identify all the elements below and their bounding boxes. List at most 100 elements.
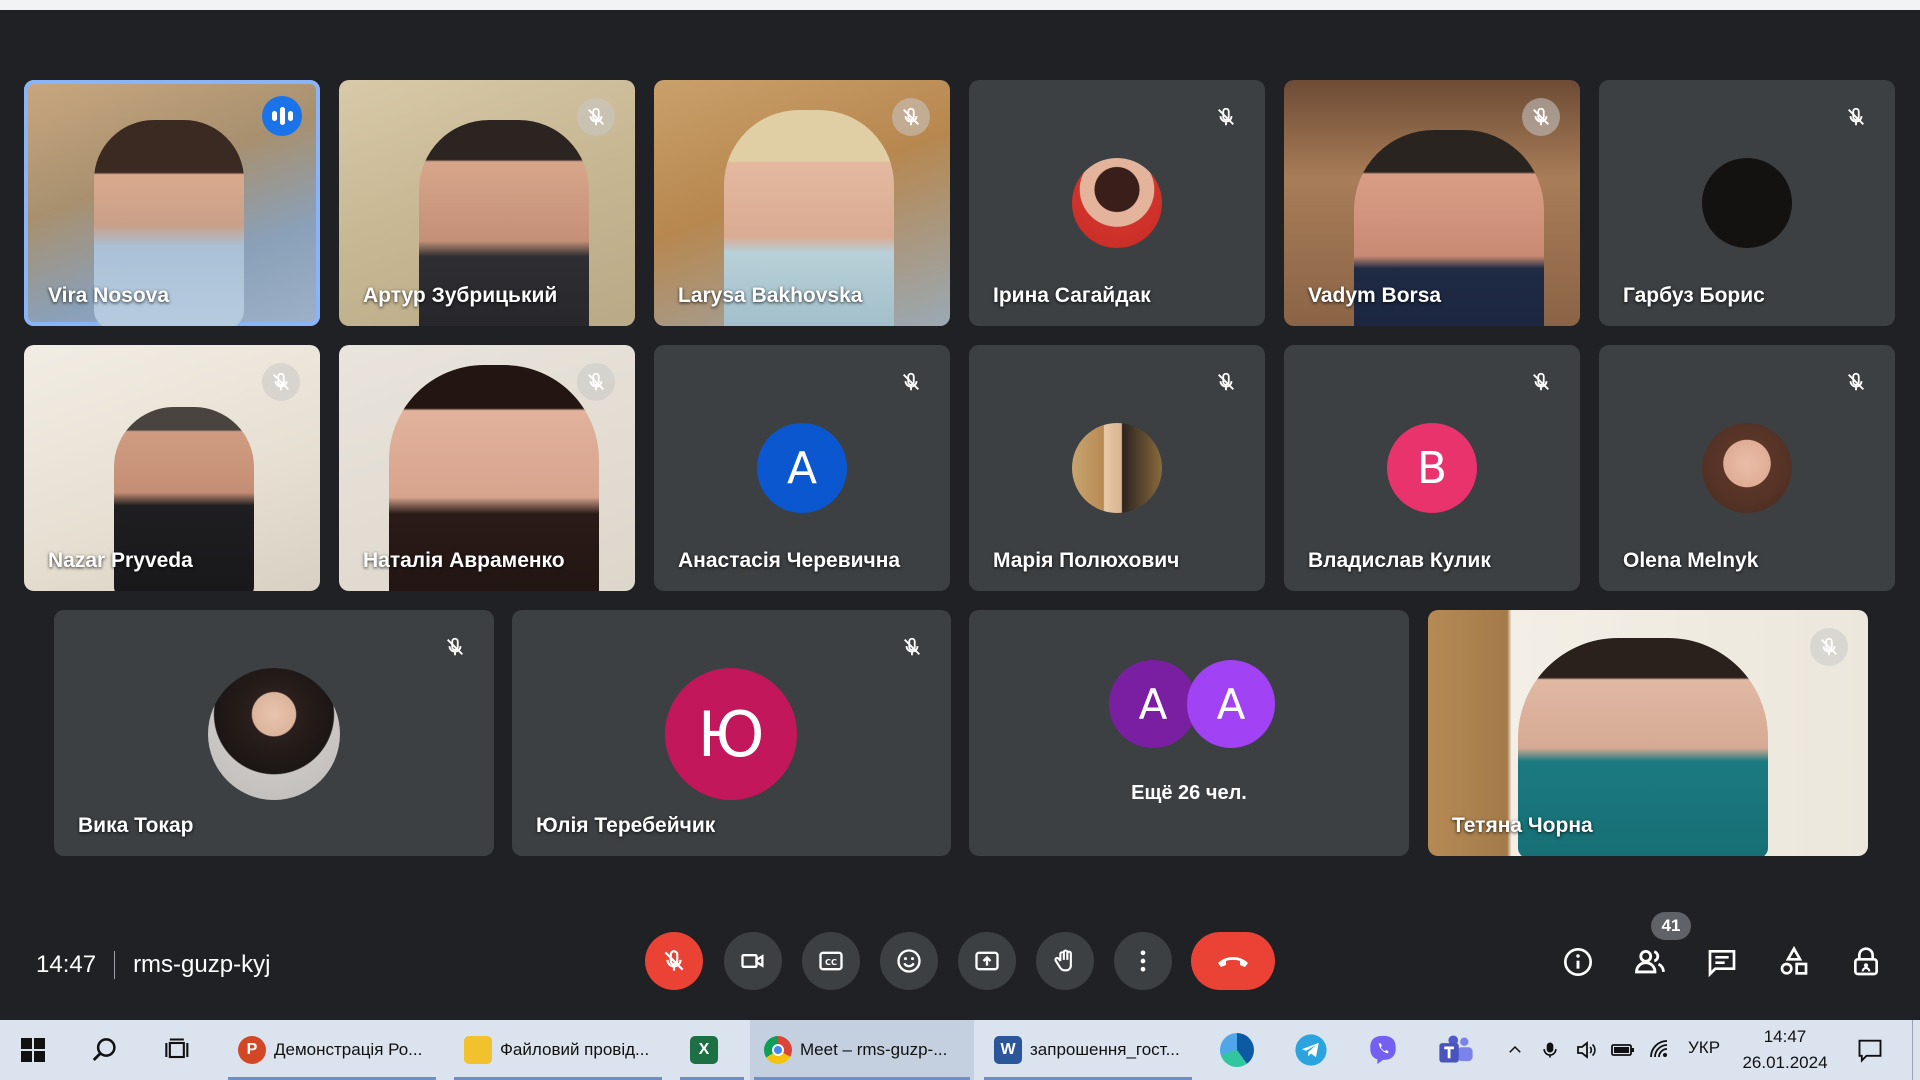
present-screen-button[interactable]: [958, 932, 1016, 990]
more-options-button[interactable]: [1114, 932, 1172, 990]
host-controls-icon: [1854, 947, 1878, 976]
meeting-details-button[interactable]: [1556, 940, 1600, 984]
mic-off-icon: [1207, 98, 1245, 136]
chat-button[interactable]: [1700, 940, 1744, 984]
participant-name: Vadym Borsa: [1308, 284, 1442, 307]
leave-call-button[interactable]: [1191, 932, 1275, 990]
battery-button[interactable]: [1610, 1020, 1636, 1080]
mic-toggle-button[interactable]: [645, 932, 703, 990]
participant-tile[interactable]: Артур Зубрицький: [339, 80, 635, 326]
taskbar-app-chrome[interactable]: Meet – rms-guzp-...: [750, 1020, 974, 1080]
mic-off-icon: [1837, 363, 1875, 401]
more-options-icon: [1140, 950, 1146, 972]
mic-off-icon: [1207, 363, 1245, 401]
taskbar-pin-viber[interactable]: [1366, 1020, 1400, 1080]
participant-name: Юлія Теребейчик: [536, 814, 716, 837]
captions-button[interactable]: CC: [802, 932, 860, 990]
activities-icon: [1780, 946, 1808, 975]
task-view-button[interactable]: [164, 1020, 196, 1080]
search-icon: [92, 1038, 116, 1061]
participant-tile[interactable]: Ірина Сагайдак: [969, 80, 1265, 326]
microphone-tray-button[interactable]: [1540, 1020, 1560, 1080]
mic-off-icon: [1522, 98, 1560, 136]
wifi-button[interactable]: [1648, 1020, 1672, 1080]
participant-tile[interactable]: Наталія Авраменко: [339, 345, 635, 591]
mic-off-icon: [892, 363, 930, 401]
avatar-initial: А: [1216, 679, 1246, 729]
avatar-initial: А: [786, 442, 818, 494]
avatar: [1702, 158, 1792, 248]
meeting-code: rms-guzp-kyj: [133, 951, 271, 978]
show-hidden-icons-button[interactable]: [1506, 1020, 1524, 1080]
battery-icon: [1611, 1044, 1634, 1056]
meeting-time: 14:47: [36, 951, 97, 978]
taskbar-app-word[interactable]: W запрошення_гост...: [980, 1020, 1196, 1080]
taskbar-app-label: запрошення_гост...: [1030, 1040, 1180, 1059]
start-button[interactable]: [20, 1020, 52, 1080]
word-icon: W: [994, 1036, 1022, 1064]
taskbar-app-powerpoint[interactable]: P Демонстрація Ро...: [224, 1020, 440, 1080]
raise-hand-button[interactable]: [1036, 932, 1094, 990]
windows-icon: [21, 1038, 45, 1062]
taskbar-time: 14:47: [1763, 1027, 1807, 1046]
taskbar-app-excel[interactable]: X: [676, 1020, 748, 1080]
emoji-icon: [897, 949, 921, 973]
camera-toggle-button[interactable]: [724, 932, 782, 990]
emoji-reactions-button[interactable]: [880, 932, 938, 990]
participant-tile[interactable]: Larysa Bakhovska: [654, 80, 950, 326]
participant-name: Владислав Кулик: [1308, 549, 1491, 572]
captions-icon: CC: [819, 951, 843, 971]
taskbar-app-label: Файловий провід...: [500, 1040, 650, 1059]
show-desktop-strip[interactable]: [1912, 1020, 1913, 1080]
speaking-indicator-icon: [262, 96, 302, 136]
participant-name: Olena Melnyk: [1623, 549, 1759, 572]
participant-tile[interactable]: Марія Полюхович: [969, 345, 1265, 591]
participant-name: Артур Зубрицький: [363, 284, 558, 307]
activities-button[interactable]: [1772, 940, 1816, 984]
notifications-button[interactable]: [1856, 1020, 1884, 1080]
participant-name: Наталія Авраменко: [363, 549, 565, 572]
participant-tile[interactable]: Ю Юлія Теребейчик: [512, 610, 951, 856]
participant-tile[interactable]: Vadym Borsa: [1284, 80, 1580, 326]
teams-icon: [1439, 1035, 1473, 1063]
taskbar-date: 26.01.2024: [1742, 1053, 1828, 1072]
browser-top-strip: [0, 0, 1920, 10]
chevron-up-icon: [1509, 1045, 1521, 1053]
people-button[interactable]: [1628, 940, 1672, 984]
participant-name: Vira Nosova: [48, 284, 170, 307]
camera-icon: [741, 954, 764, 968]
participant-name: Марія Полюхович: [993, 549, 1180, 572]
participant-tile[interactable]: В Владислав Кулик: [1284, 345, 1580, 591]
chat-icon: [1708, 950, 1736, 978]
meeting-details: 14:47 rms-guzp-kyj: [36, 945, 270, 985]
volume-button[interactable]: [1574, 1020, 1598, 1080]
participant-tile[interactable]: Тетяна Чорна: [1428, 610, 1868, 856]
participant-tile[interactable]: Гарбуз Борис: [1599, 80, 1895, 326]
taskbar-app-file-explorer[interactable]: Файловий провід...: [450, 1020, 666, 1080]
notifications-icon: [1858, 1039, 1882, 1063]
others-count-label: Ещё 26 чел.: [1131, 782, 1247, 804]
keyboard-language[interactable]: УКР: [1688, 1038, 1720, 1058]
participant-name: Larysa Bakhovska: [678, 284, 863, 307]
taskbar-pin-edge[interactable]: [1220, 1020, 1254, 1080]
taskbar-pin-telegram[interactable]: [1294, 1020, 1328, 1080]
participant-tile[interactable]: А Анастасія Черевична: [654, 345, 950, 591]
mic-off-icon: [577, 363, 615, 401]
taskbar-pin-teams[interactable]: [1438, 1020, 1474, 1080]
mic-off-icon: [262, 363, 300, 401]
svg-text:CC: CC: [825, 957, 837, 967]
mic-off-icon: [892, 98, 930, 136]
participant-tile[interactable]: Вика Токар: [54, 610, 494, 856]
end-call-icon: [1218, 957, 1248, 967]
participant-tile[interactable]: Vira Nosova: [24, 80, 320, 326]
taskbar-app-label: Демонстрація Ро...: [274, 1040, 423, 1059]
raise-hand-icon: [1054, 949, 1072, 972]
participant-tile[interactable]: Nazar Pryveda: [24, 345, 320, 591]
participant-tile[interactable]: Olena Melnyk: [1599, 345, 1895, 591]
mic-off-icon: [1522, 363, 1560, 401]
others-tile[interactable]: А А Ещё 26 чел.: [969, 610, 1409, 856]
host-controls-button[interactable]: [1844, 940, 1888, 984]
search-button[interactable]: [90, 1020, 126, 1080]
taskbar-clock[interactable]: 14:47 26.01.2024: [1735, 1024, 1835, 1076]
avatar: А: [1109, 660, 1197, 748]
